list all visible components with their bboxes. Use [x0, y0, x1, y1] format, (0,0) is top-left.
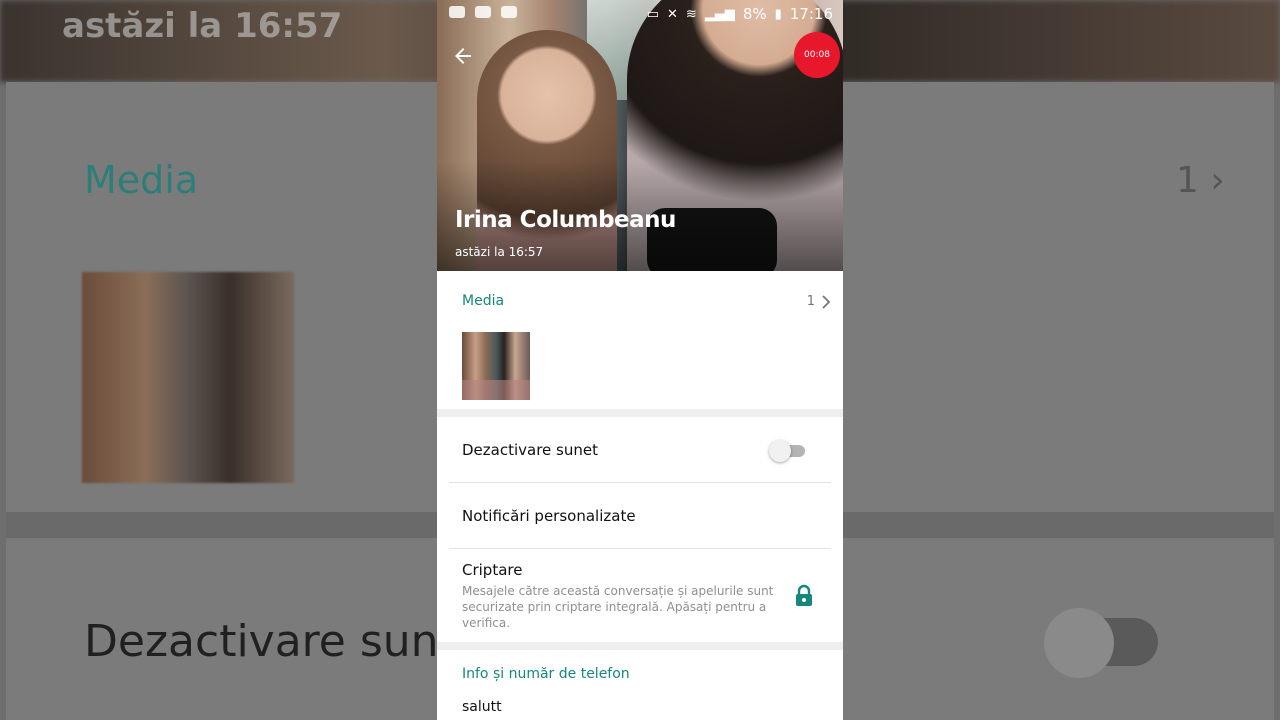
info-section-title: Info și număr de telefon [462, 666, 630, 682]
mute-toggle[interactable] [769, 440, 805, 462]
battery-icon: ▮ [774, 6, 782, 22]
encryption-description[interactable]: Mesajele către această conversație și ap… [462, 583, 782, 631]
section-divider [437, 409, 843, 417]
signal-icon: ▂▄▆ [704, 6, 735, 22]
encryption-title[interactable]: Criptare [462, 561, 522, 579]
bg-mute-label: Dezactivare sun [84, 616, 439, 667]
recorder-timer: 00:08 [804, 50, 830, 60]
row-divider [449, 548, 831, 549]
notification-icons [449, 6, 517, 18]
wifi-icon: ≋ [685, 6, 697, 22]
toggle-knob [769, 440, 791, 462]
bg-media-thumbnail [82, 272, 294, 483]
youtube-icon-2 [501, 6, 517, 18]
media-section-title[interactable]: Media [462, 293, 504, 309]
phone-screen: ▭ ✕ ≋ ▂▄▆ 8% ▮ 17:16 00:08 Irina Columbe… [437, 0, 843, 720]
last-seen: astăzi la 16:57 [455, 245, 544, 259]
about-status[interactable]: salutt [462, 699, 502, 715]
row-divider [449, 482, 831, 483]
app-notification-icon [449, 6, 465, 18]
chevron-right-icon [822, 294, 831, 309]
bg-media-label: Media [84, 158, 199, 202]
mute-icon: ✕ [667, 6, 678, 22]
media-count: 1 [806, 294, 815, 309]
bg-toggle-knob [1044, 608, 1114, 678]
bg-media-count: 1 › [1176, 160, 1225, 201]
bg-top-text: astăzi la 16:57 [62, 6, 343, 46]
clock: 17:16 [789, 5, 833, 23]
system-icons: ▭ ✕ ≋ ▂▄▆ 8% ▮ 17:16 [647, 5, 833, 23]
media-thumbnail[interactable] [462, 332, 530, 400]
cast-icon: ▭ [646, 6, 659, 22]
status-bar: ▭ ✕ ≋ ▂▄▆ 8% ▮ 17:16 [437, 0, 843, 30]
screen-recorder-button[interactable]: 00:08 [794, 32, 840, 78]
mute-label: Dezactivare sunet [462, 441, 598, 459]
contact-name: Irina Columbeanu [455, 207, 676, 233]
lock-icon [794, 584, 814, 608]
back-arrow-icon[interactable] [451, 44, 479, 72]
section-divider [437, 642, 843, 650]
battery-percent: 8% [742, 5, 767, 23]
media-count-link[interactable]: 1 [807, 294, 831, 309]
youtube-icon [475, 6, 491, 18]
custom-notifications-item[interactable]: Notificări personalizate [462, 507, 636, 525]
